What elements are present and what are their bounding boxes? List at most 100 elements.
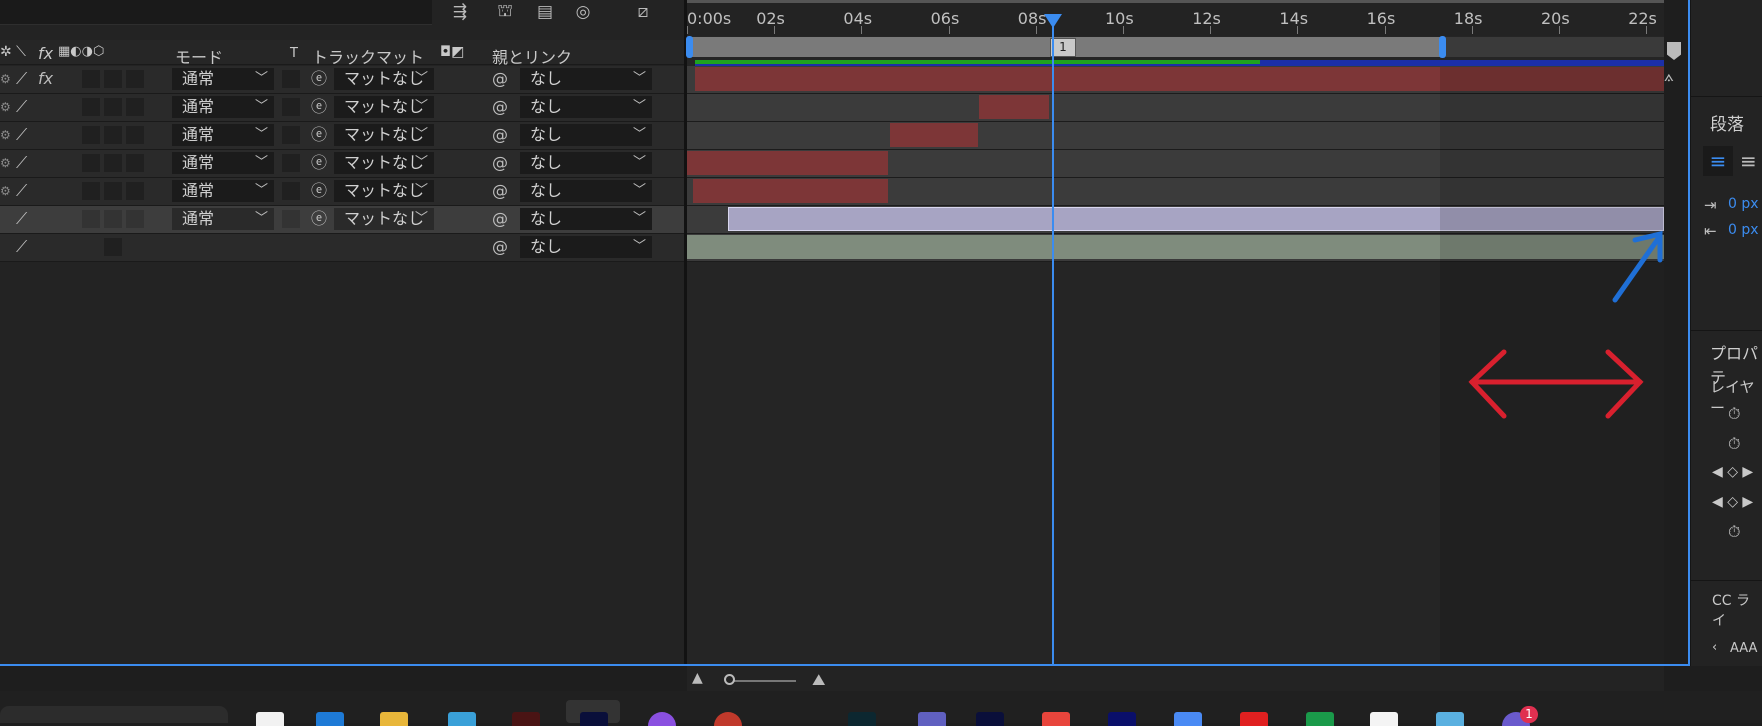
- trackmatte-column-label[interactable]: トラックマット: [312, 44, 424, 68]
- app-icon-14[interactable]: [1174, 712, 1202, 726]
- zoom-out-icon[interactable]: ▲: [692, 670, 703, 686]
- zoom-slider-knob[interactable]: [724, 674, 735, 685]
- layer-row-2[interactable]: ⚙ ⟋ 通常 ﹀ ⓔ マットなし ﹀ @ なし ﹀: [0, 94, 684, 122]
- app-icon-11[interactable]: [976, 712, 1004, 726]
- teams-icon[interactable]: [918, 712, 946, 726]
- folder-icon[interactable]: [380, 712, 408, 726]
- playhead-handle[interactable]: [1044, 14, 1062, 28]
- youtube-icon[interactable]: [1240, 712, 1268, 726]
- parent-dropdown[interactable]: なし ﹀: [520, 152, 652, 174]
- parent-pickwhip-icon[interactable]: @: [492, 124, 508, 146]
- parent-link-column-label[interactable]: 親とリンク: [492, 44, 572, 68]
- app-icon-17[interactable]: [1370, 712, 1398, 726]
- app-icon-1[interactable]: [256, 712, 284, 726]
- align-left-icon[interactable]: ≡: [1703, 146, 1733, 176]
- trackmatte-dropdown[interactable]: マットなし ﹀: [334, 96, 434, 118]
- pickwhip-icon[interactable]: ⓔ: [311, 96, 327, 118]
- work-area-start-handle[interactable]: [686, 36, 693, 58]
- stopwatch-icon[interactable]: ⏱: [1728, 434, 1740, 454]
- pickwhip-icon[interactable]: ⓔ: [311, 68, 327, 90]
- keyframe-nav-icon[interactable]: ◀ ◇ ▶: [1712, 494, 1753, 510]
- layer-bar[interactable]: [979, 95, 1049, 119]
- parent-pickwhip-icon[interactable]: @: [492, 68, 508, 90]
- app-icon-4[interactable]: [448, 712, 476, 726]
- parent-pickwhip-icon[interactable]: @: [492, 208, 508, 230]
- pickwhip-icon[interactable]: ⓔ: [311, 124, 327, 146]
- trackmatte-dropdown[interactable]: マットなし ﹀: [334, 208, 434, 230]
- parent-dropdown[interactable]: なし ﹀: [520, 236, 652, 258]
- zoom-slider-track[interactable]: [728, 680, 796, 682]
- trackmatte-dropdown[interactable]: マットなし ﹀: [334, 68, 434, 90]
- collapse-chevron-icon[interactable]: ‹: [1712, 640, 1717, 655]
- layer-row-3[interactable]: ⚙ ⟋ 通常 ﹀ ⓔ マットなし ﹀ @ なし ﹀: [0, 122, 684, 150]
- pickwhip-icon[interactable]: ⓔ: [311, 152, 327, 174]
- flowchart-icon[interactable]: ⇶: [445, 0, 475, 24]
- marker-flag-icon[interactable]: [1667, 42, 1681, 60]
- trackmatte-dropdown[interactable]: マットなし ﹀: [334, 124, 434, 146]
- app-icon-18[interactable]: [1436, 712, 1464, 726]
- parent-dropdown[interactable]: なし ﹀: [520, 68, 652, 90]
- parent-pickwhip-icon[interactable]: @: [492, 152, 508, 174]
- playhead-line[interactable]: [1052, 18, 1054, 666]
- align-center-icon[interactable]: ≡: [1740, 146, 1762, 176]
- comp-button-icon[interactable]: ⟑: [1664, 66, 1674, 86]
- app-icon-12[interactable]: [1042, 712, 1070, 726]
- mode-dropdown[interactable]: 通常 ﹀: [172, 208, 274, 230]
- layer-bar[interactable]: [687, 151, 888, 175]
- layer-bar[interactable]: [693, 179, 888, 203]
- parent-dropdown[interactable]: なし ﹀: [520, 124, 652, 146]
- motion-blur-icon[interactable]: ◎: [568, 0, 598, 24]
- shy-layers-icon[interactable]: ⛫: [490, 0, 520, 24]
- ruler-tick-label: 06s: [930, 9, 960, 28]
- parent-pickwhip-icon[interactable]: @: [492, 180, 508, 202]
- layer-row-5[interactable]: ⚙ ⟋ 通常 ﹀ ⓔ マットなし ﹀ @ なし ﹀: [0, 178, 684, 206]
- trackmatte-dropdown[interactable]: マットなし ﹀: [334, 180, 434, 202]
- mode-dropdown[interactable]: 通常 ﹀: [172, 68, 274, 90]
- mode-dropdown[interactable]: 通常 ﹀: [172, 152, 274, 174]
- mode-dropdown[interactable]: 通常 ﹀: [172, 96, 274, 118]
- indent-left-value[interactable]: 0 px: [1728, 196, 1759, 212]
- layer-search-field[interactable]: [0, 0, 432, 25]
- cc-label[interactable]: CC ライ: [1712, 590, 1762, 630]
- app-icon-9[interactable]: [848, 712, 876, 726]
- layer-row-7[interactable]: ⟋ @ なし ﹀: [0, 234, 684, 262]
- parent-dropdown[interactable]: なし ﹀: [520, 208, 652, 230]
- time-ruler[interactable]: [687, 0, 1664, 36]
- graph-editor-icon[interactable]: ⧄: [628, 0, 658, 24]
- layer-row-1[interactable]: ⚙ ⟋ fx 通常 ﹀ ⓔ マットなし ﹀ @ なし ﹀: [0, 66, 684, 94]
- app-icon-13[interactable]: [1108, 712, 1136, 726]
- aaa-label[interactable]: AAA: [1730, 641, 1757, 656]
- properties-panel: [1690, 0, 1762, 666]
- app-icon-16[interactable]: [1306, 712, 1334, 726]
- ruler-tick: [1384, 26, 1386, 34]
- layer-row-4[interactable]: ⚙ ⟋ 通常 ﹀ ⓔ マットなし ﹀ @ なし ﹀: [0, 150, 684, 178]
- t-column-label: T: [290, 46, 298, 61]
- mode-dropdown[interactable]: 通常 ﹀: [172, 124, 274, 146]
- parent-dropdown[interactable]: なし ﹀: [520, 96, 652, 118]
- paragraph-title: 段落: [1710, 115, 1744, 135]
- stopwatch-icon[interactable]: ⏱: [1728, 522, 1740, 542]
- after-effects-icon[interactable]: [580, 712, 608, 726]
- parent-pickwhip-icon[interactable]: @: [492, 236, 508, 258]
- stopwatch-icon[interactable]: ⏱: [1728, 404, 1740, 424]
- mode-column-label[interactable]: モード: [175, 44, 223, 68]
- trackmatte-dropdown[interactable]: マットなし ﹀: [334, 152, 434, 174]
- keyframe-nav-icon[interactable]: ◀ ◇ ▶: [1712, 464, 1753, 480]
- fx-switch[interactable]: fx: [38, 68, 53, 90]
- zoom-in-icon[interactable]: ⛰: [812, 670, 825, 690]
- app-icon-5[interactable]: [512, 712, 540, 726]
- app-icon-2[interactable]: [316, 712, 344, 726]
- parent-dropdown[interactable]: なし ﹀: [520, 180, 652, 202]
- work-area-end-handle[interactable]: [1439, 36, 1446, 58]
- pickwhip-icon[interactable]: ⓔ: [311, 180, 327, 202]
- zoom-bar: [687, 666, 1664, 691]
- layer-bar[interactable]: [890, 123, 978, 147]
- work-area-extension: [1444, 37, 1664, 57]
- frame-blending-icon[interactable]: ▤: [530, 0, 560, 24]
- parent-pickwhip-icon[interactable]: @: [492, 96, 508, 118]
- indent-right-value[interactable]: 0 px: [1728, 222, 1759, 238]
- pickwhip-icon[interactable]: ⓔ: [311, 208, 327, 230]
- mode-dropdown[interactable]: 通常 ﹀: [172, 180, 274, 202]
- layer-row-6-selected[interactable]: ⟋ 通常 ﹀ ⓔ マットなし ﹀ @ なし ﹀: [0, 206, 684, 234]
- taskbar-search[interactable]: [0, 706, 228, 723]
